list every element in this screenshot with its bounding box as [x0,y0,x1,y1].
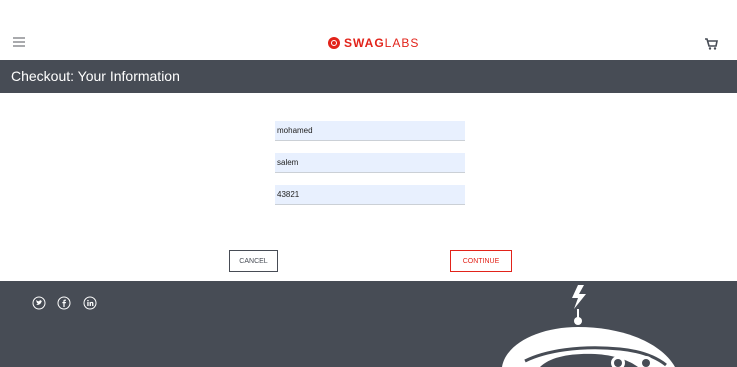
facebook-icon[interactable] [57,296,71,310]
swag-labs-logo: SWAGLABS [328,34,419,52]
logo-mark-icon [328,37,340,49]
cancel-button[interactable]: CANCEL [229,250,278,272]
linkedin-icon[interactable] [83,296,97,310]
continue-button[interactable]: CONTINUE [450,250,512,272]
logo-text: SWAGLABS [344,36,419,50]
logo-bold-text: SWAG [344,36,385,50]
hamburger-menu-icon[interactable] [13,37,25,47]
footer [0,281,737,367]
postal-code-field[interactable] [275,185,465,205]
last-name-field[interactable] [275,153,465,173]
robot-mascot-illustration [502,285,675,367]
twitter-icon[interactable] [32,296,46,310]
first-name-field[interactable] [275,121,465,141]
secondary-header: Checkout: Your Information [0,60,737,93]
app-header: SWAGLABS [0,0,737,60]
logo-light-text: LABS [384,36,420,50]
page-title: Checkout: Your Information [11,68,180,84]
shopping-cart-icon[interactable] [704,37,718,51]
